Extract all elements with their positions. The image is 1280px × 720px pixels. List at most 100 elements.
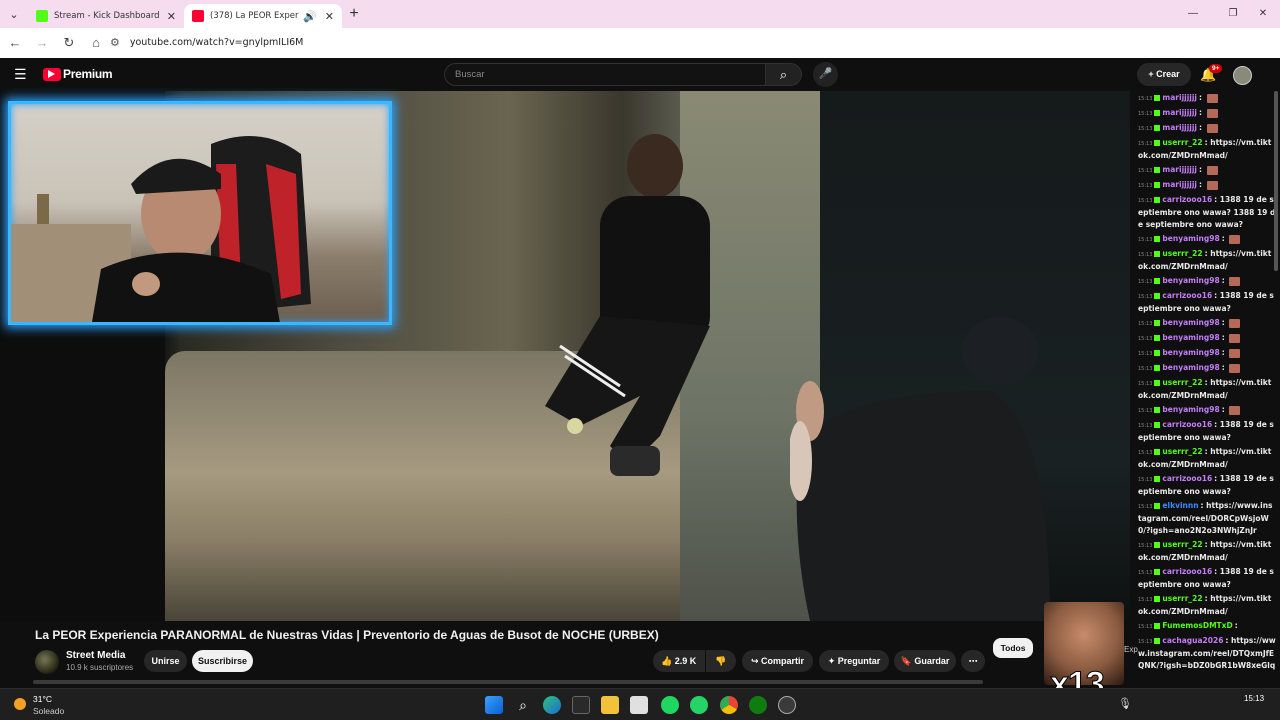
snipping-tool-icon[interactable] [630,696,648,714]
kick-badge-icon [1154,110,1161,116]
ask-button[interactable]: ✦ Preguntar [819,650,889,672]
chat-timestamp: 15:13 [1138,624,1153,630]
file-explorer-icon[interactable] [601,696,619,714]
chat-emote-icon [1229,276,1241,286]
chat-username[interactable]: userrr_22 [1162,138,1202,147]
create-button[interactable]: + Crear [1137,63,1191,86]
tab-search-icon[interactable]: ⌄ [0,0,28,28]
logo-text[interactable]: Premium [63,67,113,81]
chat-message: 15:13 marijjjjjj: [1130,122,1280,137]
search-taskbar-icon[interactable]: ⌕ [514,696,532,714]
save-label: Guardar [914,656,950,666]
chat-username[interactable]: userrr_22 [1162,378,1202,387]
dislike-button[interactable]: 👎 [706,650,736,672]
chat-username[interactable]: marijjjjjj [1162,108,1197,117]
search-button[interactable]: ⌕ [766,63,802,86]
minimize-button[interactable]: — [1176,0,1210,28]
chat-scrollbar[interactable] [1274,91,1278,271]
site-info-icon[interactable]: ⚙ [110,36,120,49]
chip-all[interactable]: Todos [993,638,1033,658]
forward-icon[interactable]: → [30,31,54,55]
chat-separator: : [1221,234,1228,243]
chat-username[interactable]: marijjjjjj [1162,93,1197,102]
chat-message: 15:13 marijjjjjj: [1130,164,1280,179]
chat-separator: : [1221,405,1228,414]
voice-search-icon[interactable]: 🎤 [813,62,838,87]
thumbs-up-icon: 👍 [661,656,673,666]
share-button[interactable]: ↪ Compartir [742,650,813,672]
close-tab-icon[interactable]: ✕ [325,10,334,23]
chat-username[interactable]: userrr_22 [1162,249,1202,258]
back-icon[interactable]: ← [3,31,27,55]
kick-badge-icon [1154,422,1161,428]
edge-icon[interactable] [543,696,561,714]
chat-timestamp: 15:13 [1138,381,1153,387]
chat-username[interactable]: carrizooo16 [1162,567,1212,576]
steam-icon[interactable] [778,696,796,714]
speaker-icon[interactable]: 🔊 [303,10,317,23]
chat-timestamp: 15:13 [1138,336,1153,342]
maximize-button[interactable]: ❐ [1216,0,1250,28]
kick-badge-icon [1154,365,1161,371]
more-actions-icon[interactable]: ⋯ [961,650,985,672]
chat-username[interactable]: marijjjjjj [1162,180,1197,189]
whatsapp-icon[interactable] [690,696,708,714]
url-bar[interactable]: ⚙ youtube.com/watch?v=gnylpmILI6M [102,31,1162,54]
hamburger-menu-icon[interactable]: ☰ [14,66,27,83]
chat-username[interactable]: marijjjjjj [1162,165,1197,174]
close-tab-icon[interactable]: ✕ [167,10,176,23]
chat-timestamp: 15:13 [1138,423,1153,429]
like-button[interactable]: 👍 2.9 K [653,650,705,672]
chat-username[interactable]: userrr_22 [1162,594,1202,603]
spotify-icon[interactable] [661,696,679,714]
new-tab-button[interactable]: + [342,5,366,23]
chat-separator: : [1221,348,1228,357]
save-button[interactable]: 🔖 Guardar [894,650,956,672]
chat-username[interactable]: carrizooo16 [1162,420,1212,429]
chat-username[interactable]: benyaming98 [1162,276,1219,285]
chat-username[interactable]: benyaming98 [1162,405,1219,414]
kick-badge-icon [1154,596,1161,602]
chat-username[interactable]: benyaming98 [1162,348,1219,357]
store-icon[interactable] [572,696,590,714]
chat-username[interactable]: benyaming98 [1162,333,1219,342]
chat-username[interactable]: userrr_22 [1162,447,1202,456]
search-input[interactable]: Buscar [444,63,766,86]
chat-username[interactable]: elkvinnn [1162,501,1198,510]
tab-kick-dashboard[interactable]: Stream - Kick Dashboard ✕ [28,4,184,28]
account-avatar[interactable] [1233,66,1252,85]
join-button[interactable]: Unirse [144,650,187,672]
chat-username[interactable]: userrr_22 [1162,540,1202,549]
chat-username[interactable]: marijjjjjj [1162,123,1197,132]
channel-avatar[interactable] [35,650,59,674]
chrome-icon[interactable] [720,696,738,714]
chat-timestamp: 15:13 [1138,639,1153,645]
ask-label: Preguntar [837,656,881,666]
kick-badge-icon [1154,542,1161,548]
chat-username[interactable]: carrizooo16 [1162,195,1212,204]
microphone-tray-icon[interactable]: 🎙 [1118,697,1132,710]
chat-message: 15:13 userrr_22: https://vm.tiktok.com/ZM… [1130,248,1280,275]
chat-username[interactable]: cachagua2026 [1162,636,1223,645]
clock-time[interactable]: 15:13 [1244,694,1264,703]
xbox-icon[interactable] [749,696,767,714]
temperature[interactable]: 31°C [33,694,52,704]
chat-timestamp: 15:13 [1138,294,1153,300]
notification-badge: 9+ [1209,64,1223,73]
subscribe-button[interactable]: Suscribirse [192,650,253,672]
chat-username[interactable]: benyaming98 [1162,234,1219,243]
weather-condition[interactable]: Soleado [33,706,64,716]
like-count: 2.9 K [674,656,697,666]
tab-youtube-video[interactable]: (378) La PEOR Experiencia P 🔊 ✕ [184,4,342,28]
channel-name[interactable]: Street Media [66,650,125,661]
chat-username[interactable]: FumemosDMTxD [1162,621,1232,630]
chat-username[interactable]: carrizooo16 [1162,291,1212,300]
chat-username[interactable]: carrizooo16 [1162,474,1212,483]
chat-timestamp: 15:13 [1138,198,1153,204]
reload-icon[interactable]: ↻ [57,31,81,55]
sun-icon[interactable] [14,698,26,710]
chat-username[interactable]: benyaming98 [1162,363,1219,372]
chat-username[interactable]: benyaming98 [1162,318,1219,327]
start-windows-icon[interactable] [485,696,503,714]
close-window-button[interactable]: ✕ [1246,0,1280,28]
